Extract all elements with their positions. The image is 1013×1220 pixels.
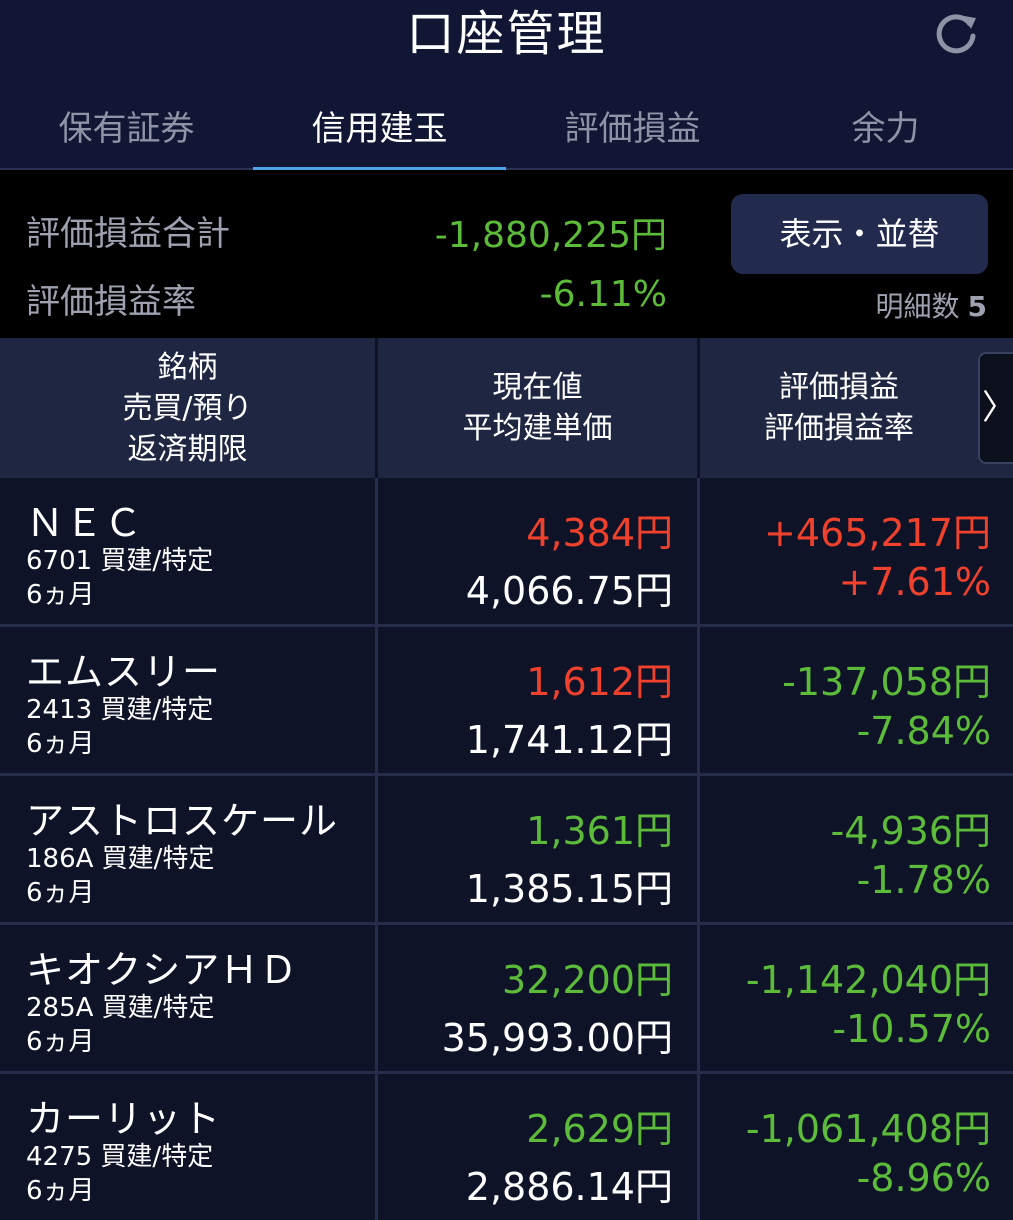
avg-price: 4,066.75円	[465, 569, 673, 613]
detail-count-label: 明細数	[875, 290, 960, 323]
column-divider	[697, 627, 700, 773]
pl-rate-value: -6.11%	[539, 274, 667, 315]
tab-margin-positions[interactable]: 信用建玉	[253, 88, 506, 172]
header-trade-type: 売買/預り	[122, 390, 253, 426]
page-title: 口座管理	[406, 6, 607, 62]
total-pl-label: 評価損益合計	[26, 214, 230, 254]
repayment-term: 6ヵ月	[26, 580, 95, 610]
code-trade-type: 6701 買建/特定	[26, 546, 214, 576]
refresh-icon[interactable]	[933, 10, 979, 56]
code-trade-type: 285A 買建/特定	[26, 993, 215, 1023]
header-col-pl[interactable]: 評価損益 評価損益率	[700, 338, 978, 478]
position-row[interactable]: アストロスケール 186A 買建/特定 6ヵ月 1,361円 1,385.15円 -4,9…	[0, 776, 1013, 922]
profit-loss-rate: -7.84%	[856, 709, 991, 753]
header-stock-name: 銘柄	[157, 349, 218, 385]
stock-name: エムスリー	[26, 650, 222, 694]
detail-count: 明細数 5	[876, 285, 988, 325]
current-price: 2,629円	[526, 1107, 673, 1151]
stock-name: ＮＥＣ	[26, 501, 144, 545]
position-row[interactable]: キオクシアＨＤ 285A 買建/特定 6ヵ月 32,200円 35,993.00円 -1,…	[0, 925, 1013, 1071]
code-trade-type: 4275 買建/特定	[26, 1142, 214, 1172]
repayment-term: 6ヵ月	[26, 1027, 95, 1057]
position-row[interactable]: カーリット 4275 買建/特定 6ヵ月 2,629円 2,886.14円 -1,061,…	[0, 1074, 1013, 1220]
avg-price: 2,886.14円	[465, 1165, 673, 1209]
repayment-term: 6ヵ月	[26, 1176, 95, 1206]
avg-price: 1,385.15円	[465, 867, 673, 911]
display-sort-button[interactable]: 表示・並替	[731, 194, 988, 274]
header-pl-rate: 評価損益率	[764, 411, 914, 446]
header-col-price[interactable]: 現在値 平均建単価	[378, 338, 697, 478]
tab-bar: 保有証券 信用建玉 評価損益 余力	[0, 88, 1013, 172]
stock-name: キオクシアＨＤ	[26, 948, 299, 992]
profit-loss: -1,142,040円	[745, 958, 991, 1002]
tab-profit-loss[interactable]: 評価損益	[506, 88, 759, 170]
profit-loss: -4,936円	[830, 809, 992, 853]
pl-rate-label: 評価損益率	[26, 282, 196, 322]
current-price: 1,612円	[526, 660, 673, 704]
tab-holdings[interactable]: 保有証券	[0, 88, 253, 170]
header-term: 返済期限	[127, 431, 248, 467]
avg-price: 1,741.12円	[465, 718, 673, 762]
header-avg-price: 平均建単価	[462, 411, 613, 446]
profit-loss: +465,217円	[764, 511, 991, 555]
code-trade-type: 186A 買建/特定	[26, 844, 215, 874]
profit-loss: -137,058円	[782, 660, 991, 704]
position-row[interactable]: エムスリー 2413 買建/特定 6ヵ月 1,612円 1,741.12円 -137,05…	[0, 627, 1013, 773]
total-pl-value: -1,880,225円	[434, 215, 667, 256]
header-col-stock[interactable]: 銘柄 売買/預り 返済期限	[0, 338, 375, 478]
column-divider	[697, 1074, 700, 1220]
column-divider	[697, 925, 700, 1071]
header-current-price: 現在値	[492, 370, 583, 405]
position-row[interactable]: ＮＥＣ 6701 買建/特定 6ヵ月 4,384円 4,066.75円 +465,217円…	[0, 478, 1013, 624]
profit-loss: -1,061,408円	[745, 1107, 991, 1151]
column-divider	[697, 478, 700, 624]
column-divider	[375, 925, 378, 1071]
tab-buying-power[interactable]: 余力	[759, 88, 1012, 170]
current-price: 1,361円	[526, 809, 673, 853]
code-trade-type: 2413 買建/特定	[26, 695, 214, 725]
current-price: 32,200円	[502, 958, 673, 1002]
profit-loss-rate: +7.61%	[838, 560, 991, 604]
current-price: 4,384円	[526, 511, 673, 555]
repayment-term: 6ヵ月	[26, 729, 95, 759]
summary-panel: 評価損益合計 -1,880,225円 評価損益率 -6.11% 表示・並替 明細…	[0, 170, 1013, 338]
title-bar: 口座管理	[0, 0, 1013, 88]
repayment-term: 6ヵ月	[26, 878, 95, 908]
column-divider	[375, 1074, 378, 1220]
profit-loss-rate: -10.57%	[832, 1007, 991, 1051]
table-header: 銘柄 売買/預り 返済期限 現在値 平均建単価 評価損益 評価損益率	[0, 338, 1013, 478]
detail-count-value: 5	[967, 290, 987, 323]
stock-name: アストロスケール	[26, 799, 339, 843]
column-divider	[375, 478, 378, 624]
avg-price: 35,993.00円	[441, 1016, 673, 1060]
column-divider	[375, 627, 378, 773]
column-divider	[697, 776, 700, 922]
profit-loss-rate: -1.78%	[856, 858, 991, 902]
next-columns-button[interactable]: 〉	[978, 352, 1013, 464]
column-divider	[375, 776, 378, 922]
header-pl: 評価損益	[779, 370, 899, 405]
profit-loss-rate: -8.96%	[856, 1156, 991, 1200]
stock-name: カーリット	[26, 1097, 222, 1141]
